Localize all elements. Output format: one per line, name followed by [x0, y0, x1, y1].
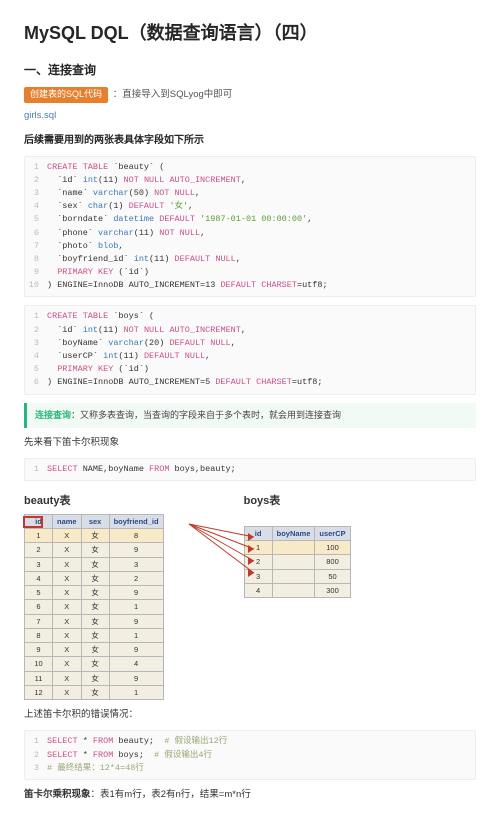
code-line: 5 PRIMARY KEY (`id`) [25, 363, 475, 376]
code-line: 5 `borndate` datetime DEFAULT '1987-01-0… [25, 213, 475, 226]
code-line: 3 `name` varchar(50) NOT NULL, [25, 187, 475, 200]
code-line: 7 `photo` blob, [25, 240, 475, 253]
beauty-title: beauty表 [24, 493, 164, 510]
table-row: 350 [244, 569, 350, 583]
table-header: boyName [272, 526, 315, 540]
tables-row: beauty表 idnamesexboyfriend_id1X女82X女93X女… [24, 489, 476, 700]
code-line: 4 `sex` char(1) DEFAULT '女', [25, 200, 475, 213]
table-row: 9X女9 [25, 643, 164, 657]
code-line: 6 `phone` varchar(11) NOT NULL, [25, 227, 475, 240]
code-line: 10) ENGINE=InnoDB AUTO_INCREMENT=13 DEFA… [25, 279, 475, 292]
table-row: 11X女9 [25, 671, 164, 685]
table-row: 4300 [244, 583, 350, 597]
table-row: 4X女2 [25, 571, 164, 585]
table-row: 8X女1 [25, 628, 164, 642]
sql-tag: 创建表的SQL代码 [24, 87, 108, 103]
table-header: sex [81, 514, 109, 528]
code-line: 2 `id` int(11) NOT NULL AUTO_INCREMENT, [25, 324, 475, 337]
table-row: 2X女9 [25, 543, 164, 557]
beauty-table: idnamesexboyfriend_id1X女82X女93X女34X女25X女… [24, 514, 164, 700]
table-row: 1X女8 [25, 529, 164, 543]
table-row: 5X女9 [25, 586, 164, 600]
code-line: 1SELECT * FROM beauty; # 假设输出12行 [25, 735, 475, 748]
table-row: 1100 [244, 541, 350, 555]
code-line: 4 `userCP` int(11) DEFAULT NULL, [25, 350, 475, 363]
code-line: 9 PRIMARY KEY (`id`) [25, 266, 475, 279]
table-row: 10X女4 [25, 657, 164, 671]
code-block-error: 1SELECT * FROM beauty; # 假设输出12行2SELECT … [24, 730, 476, 780]
table-header: name [53, 514, 82, 528]
table-row: 12X女1 [25, 685, 164, 699]
code-line: 1CREATE TABLE `beauty` ( [25, 161, 475, 174]
boys-title: boys表 [244, 493, 351, 510]
sql-file-link[interactable]: girls.sql [24, 109, 476, 123]
para-error-case: 上述笛卡尔积的错误情况： [24, 708, 476, 722]
code-line: 3# 最终结果：12*4=48行 [25, 762, 475, 775]
table-row: 7X女9 [25, 614, 164, 628]
code-block-boys: 1CREATE TABLE `boys` (2 `id` int(11) NOT… [24, 305, 476, 394]
code-line: 3 `boyName` varchar(20) DEFAULT NULL, [25, 337, 475, 350]
table-row: 3X女3 [25, 557, 164, 571]
tag-desc: ：直接导入到SQLyog中即可 [113, 89, 232, 100]
code-line: 6) ENGINE=InnoDB AUTO_INCREMENT=5 DEFAUL… [25, 376, 475, 389]
table-row: 6X女1 [25, 600, 164, 614]
boys-table-wrap: boys表 idboyNameuserCP110028003504300 [244, 489, 351, 700]
callout-join: 连接查询：又称多表查询，当查询的字段来自于多个表时，就会用到连接查询 [24, 403, 476, 429]
callout-key: 连接查询 [35, 410, 71, 420]
table-header: id [25, 514, 53, 528]
page-title: MySQL DQL（数据查询语言）（四） [24, 20, 476, 47]
final-summary: 笛卡尔乘积现象：表1有m行，表2有n行，结果=m*n行 [24, 788, 476, 802]
table-header: id [244, 526, 272, 540]
final-key: 笛卡尔乘积现象 [24, 789, 91, 800]
code-block-select1: 1SELECT NAME,boyName FROM boys,beauty; [24, 458, 476, 481]
code-line: 8 `boyfriend_id` int(11) DEFAULT NULL, [25, 253, 475, 266]
code-line: 2SELECT * FROM boys; # 假设输出4行 [25, 749, 475, 762]
code-line: 1CREATE TABLE `boys` ( [25, 310, 475, 323]
table-header: userCP [315, 526, 350, 540]
intro-para: 后续需要用到的两张表具体字段如下所示 [24, 133, 476, 148]
table-row: 2800 [244, 555, 350, 569]
table-header: boyfriend_id [109, 514, 163, 528]
final-text: ：表1有m行，表2有n行，结果=m*n行 [91, 789, 251, 800]
code-block-beauty: 1CREATE TABLE `beauty` (2 `id` int(11) N… [24, 156, 476, 298]
code-line: 2 `id` int(11) NOT NULL AUTO_INCREMENT, [25, 174, 475, 187]
callout-text: ：又称多表查询，当查询的字段来自于多个表时，就会用到连接查询 [71, 410, 341, 420]
tag-line: 创建表的SQL代码 ：直接导入到SQLyog中即可 [24, 87, 476, 103]
boys-table: idboyNameuserCP110028003504300 [244, 526, 351, 598]
section-heading: 一、连接查询 [24, 61, 476, 79]
beauty-table-wrap: beauty表 idnamesexboyfriend_id1X女82X女93X女… [24, 489, 164, 700]
code-line: 1SELECT NAME,boyName FROM boys,beauty; [25, 463, 475, 476]
para-cartesian-intro: 先来看下笛卡尔积现象 [24, 436, 476, 450]
